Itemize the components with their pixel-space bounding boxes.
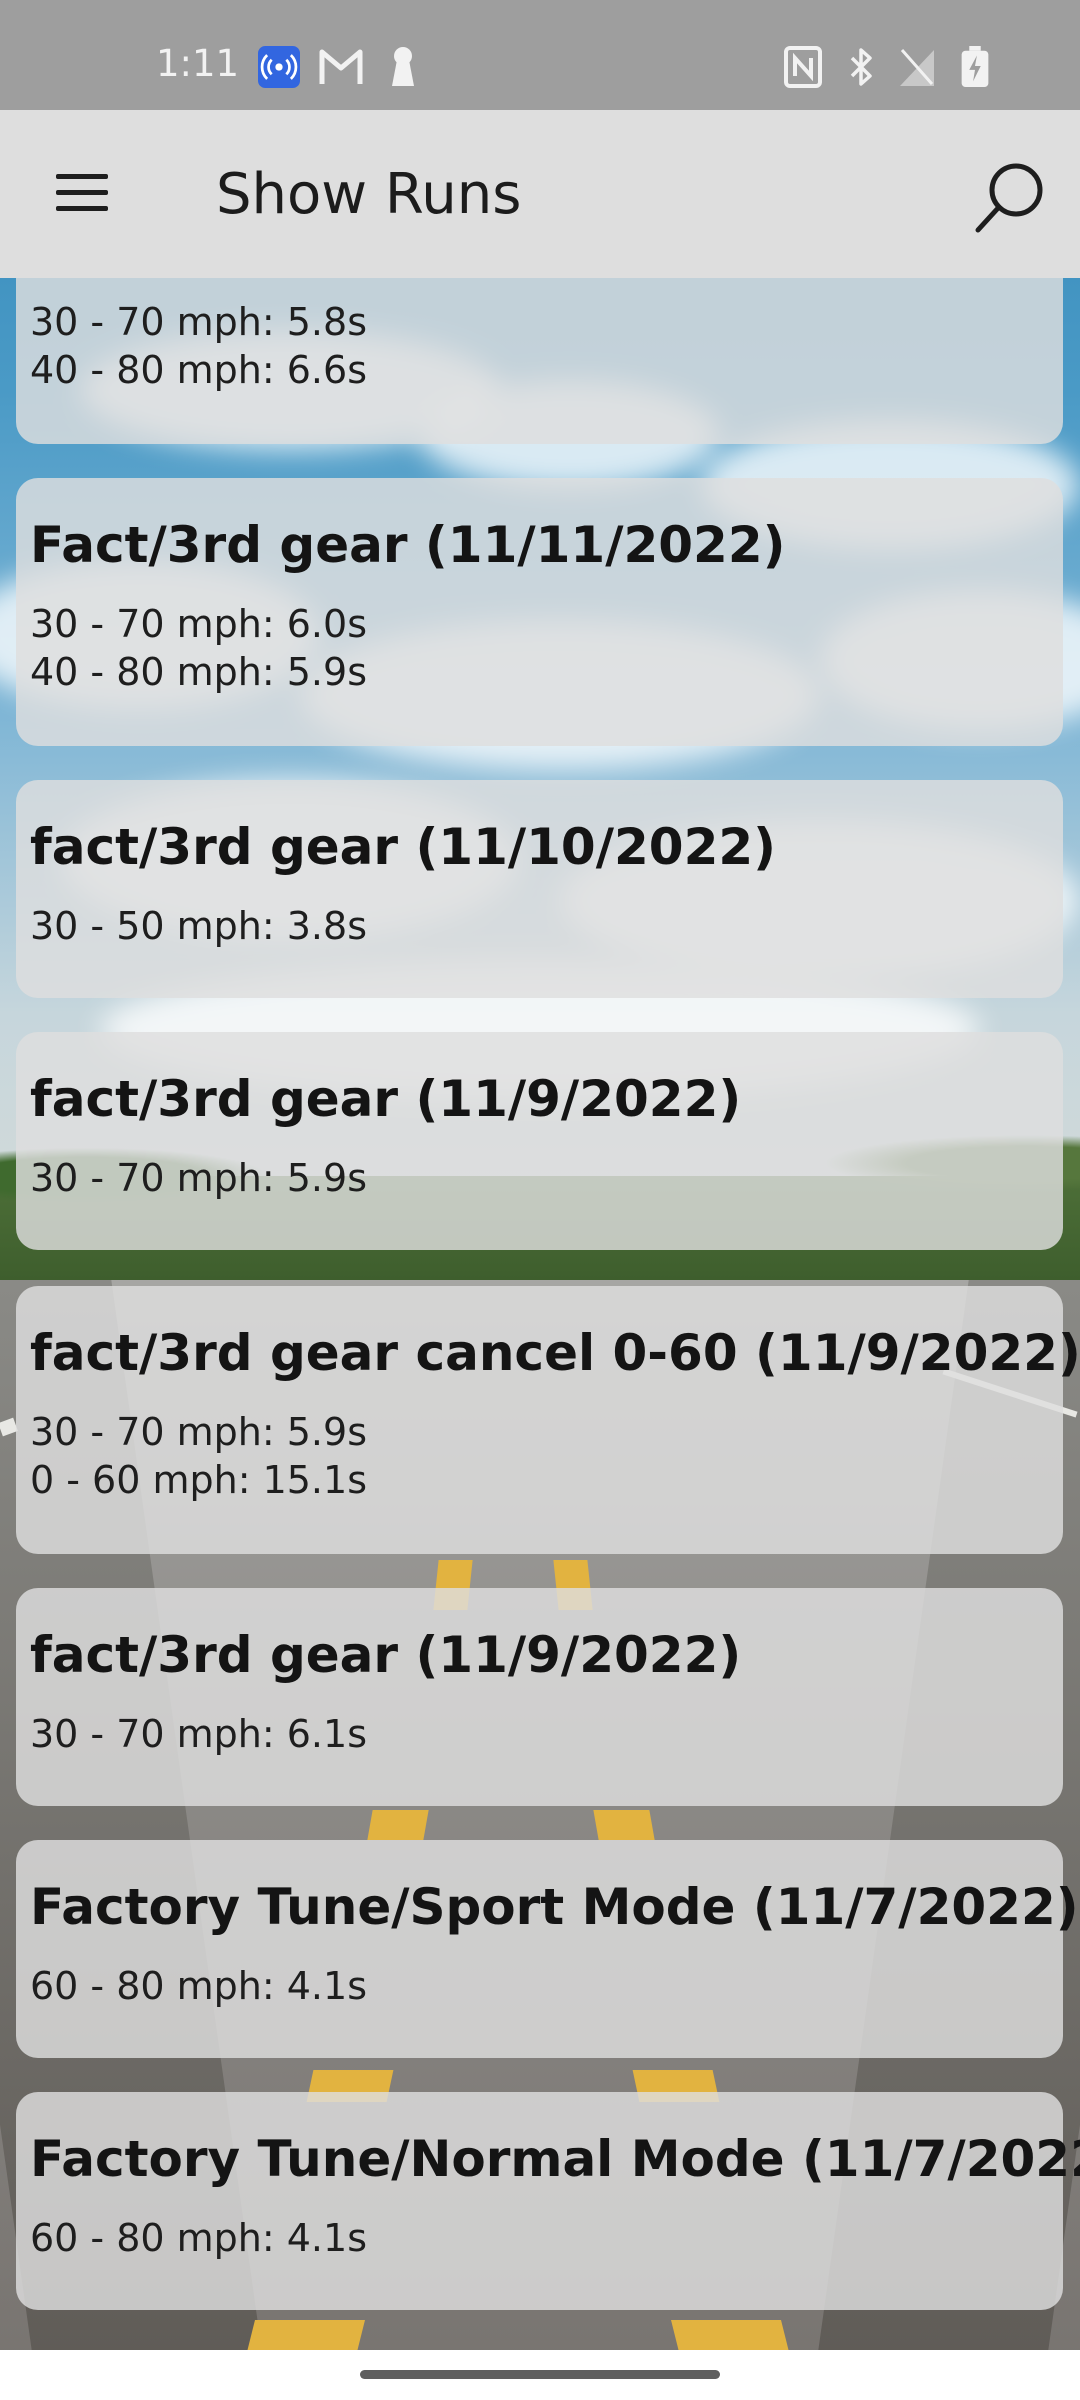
run-stat: 0 - 60 mph: 15.1s [30, 1458, 367, 1502]
run-title: fact/3rd gear (11/9/2022) [30, 1626, 742, 1684]
run-card[interactable]: Factory Tune/Sport Mode (11/7/2022) 60 -… [16, 1840, 1079, 2058]
keyhole-icon [392, 47, 414, 86]
run-stat: 60 - 80 mph: 4.1s [30, 1964, 367, 2008]
run-card[interactable]: fact/3rd gear cancel 0-60 (11/9/2022) 30… [16, 1286, 1080, 1554]
run-card[interactable]: Fact/3rd gear (11/11/2022) 30 - 70 mph: … [16, 478, 1063, 746]
hotspot-icon [258, 46, 300, 88]
run-stat: 30 - 70 mph: 6.0s [30, 602, 367, 646]
run-card[interactable]: fact/3rd gear (11/10/2022) 30 - 50 mph: … [16, 780, 1063, 998]
run-card[interactable]: fact/3rd gear (11/9/2022) 30 - 70 mph: 6… [16, 1588, 1063, 1806]
run-stat: 30 - 70 mph: 6.1s [30, 1712, 367, 1756]
battery-charging-icon [961, 46, 989, 88]
status-time: 1:11 [156, 42, 240, 85]
nfc-icon [784, 46, 822, 88]
run-stat: 30 - 70 mph: 5.9s [30, 1156, 367, 1200]
home-gesture-handle[interactable] [360, 2370, 720, 2379]
app-bar: Show Runs [0, 110, 1080, 278]
search-icon[interactable] [970, 158, 1050, 238]
run-stat: 30 - 70 mph: 5.9s [30, 1410, 367, 1454]
run-stat: 30 - 70 mph: 5.8s [30, 300, 367, 344]
no-signal-icon [900, 49, 934, 86]
hamburger-menu-icon[interactable] [52, 170, 112, 218]
run-stat: 40 - 80 mph: 6.6s [30, 348, 367, 392]
runs-list[interactable]: 30 - 70 mph: 5.8s 40 - 80 mph: 6.6s Fact… [0, 278, 1080, 2350]
run-title: fact/3rd gear (11/10/2022) [30, 818, 776, 876]
run-title: Factory Tune/Sport Mode (11/7/2022) [30, 1878, 1079, 1936]
status-bar: 1:11 [0, 0, 1080, 110]
run-card[interactable]: Factory Tune/Normal Mode (11/7/2022) 60 … [16, 2092, 1080, 2310]
gesture-nav-bar [0, 2350, 1080, 2400]
run-stat: 30 - 50 mph: 3.8s [30, 904, 367, 948]
run-title: fact/3rd gear cancel 0-60 (11/9/2022) [30, 1324, 1080, 1382]
run-card[interactable]: fact/3rd gear (11/9/2022) 30 - 70 mph: 5… [16, 1032, 1063, 1250]
run-title: Fact/3rd gear (11/11/2022) [30, 516, 786, 574]
run-card[interactable]: 30 - 70 mph: 5.8s 40 - 80 mph: 6.6s [16, 278, 1063, 444]
bluetooth-icon [850, 48, 872, 86]
run-title: Factory Tune/Normal Mode (11/7/2022) [30, 2130, 1080, 2188]
run-title: fact/3rd gear (11/9/2022) [30, 1070, 742, 1128]
gmail-icon [319, 49, 363, 84]
page-title: Show Runs [216, 162, 522, 227]
run-stat: 60 - 80 mph: 4.1s [30, 2216, 367, 2260]
run-stat: 40 - 80 mph: 5.9s [30, 650, 367, 694]
